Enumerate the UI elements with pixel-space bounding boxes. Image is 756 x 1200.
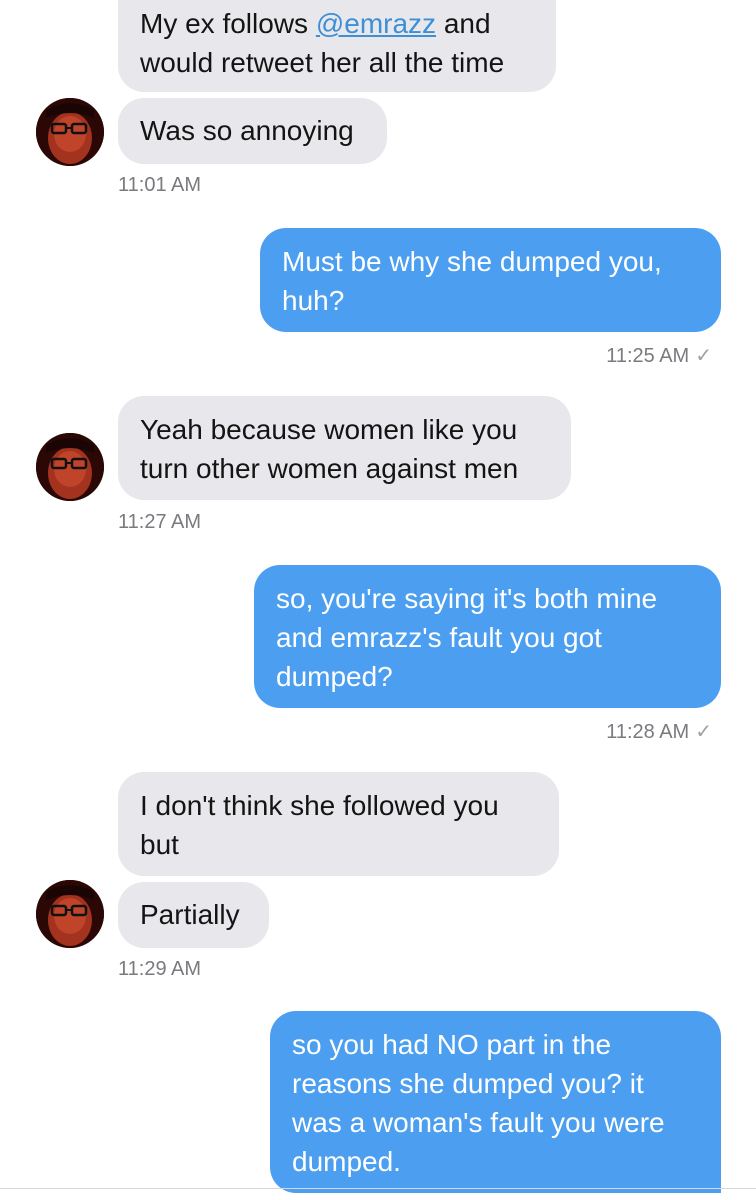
avatar-icon [36, 433, 104, 501]
message-text-line: reasons she dumped you? it [292, 1068, 644, 1099]
message-text-line: turn other women against men [140, 453, 519, 484]
message-bubble-incoming[interactable]: Yeah because women like you turn other w… [118, 396, 571, 500]
message-timestamp: 11:28 AM ✓ [606, 721, 712, 743]
message-text-line: I don't think she followed you [140, 790, 499, 821]
avatar-icon [36, 880, 104, 948]
message-text-line: but [140, 829, 179, 860]
message-text-line: Partially [140, 899, 240, 930]
checkmark-icon: ✓ [695, 345, 712, 367]
message-text-line: dumped. [292, 1146, 401, 1177]
message-text-line: so, you're saying it's both mine [276, 583, 658, 614]
message-bubble-incoming[interactable]: My ex follows @emrazz and would retweet … [118, 0, 556, 92]
avatar[interactable] [36, 433, 104, 501]
message-text-line: was a woman's fault you were [292, 1107, 665, 1138]
message-text-line: Was so annoying [140, 115, 354, 146]
message-text-line: and emrazz's fault you got [276, 622, 602, 653]
message-timestamp: 11:27 AM [118, 511, 202, 533]
message-text-line: Yeah because women like you [140, 414, 518, 445]
message-bubble-outgoing[interactable]: so you had NO part in the reasons she du… [270, 1011, 721, 1193]
divider [0, 1188, 756, 1189]
message-text-line: would retweet her all the time [140, 47, 505, 78]
avatar[interactable] [36, 880, 104, 948]
message-text-line: huh? [282, 285, 345, 316]
mention-link[interactable]: @emrazz [316, 8, 436, 39]
message-timestamp: 11:01 AM [118, 174, 202, 196]
message-bubble-outgoing[interactable]: so, you're saying it's both mine and emr… [254, 565, 721, 708]
message-bubble-incoming[interactable]: Was so annoying [118, 98, 387, 164]
message-text-line: dumped? [276, 661, 393, 692]
avatar-icon [36, 98, 104, 166]
avatar[interactable] [36, 98, 104, 166]
message-text-line: so you had NO part in the [292, 1029, 612, 1060]
message-bubble-outgoing[interactable]: Must be why she dumped you, huh? [260, 228, 721, 332]
message-bubble-incoming[interactable]: Partially [118, 882, 269, 948]
message-text-line: My ex follows @emrazz and [140, 8, 491, 39]
message-timestamp: 11:29 AM [118, 958, 202, 980]
message-text-line: Must be why she dumped you, [282, 246, 662, 277]
message-timestamp: 11:25 AM ✓ [606, 345, 712, 367]
checkmark-icon: ✓ [695, 721, 712, 743]
message-bubble-incoming[interactable]: I don't think she followed you but [118, 772, 559, 876]
